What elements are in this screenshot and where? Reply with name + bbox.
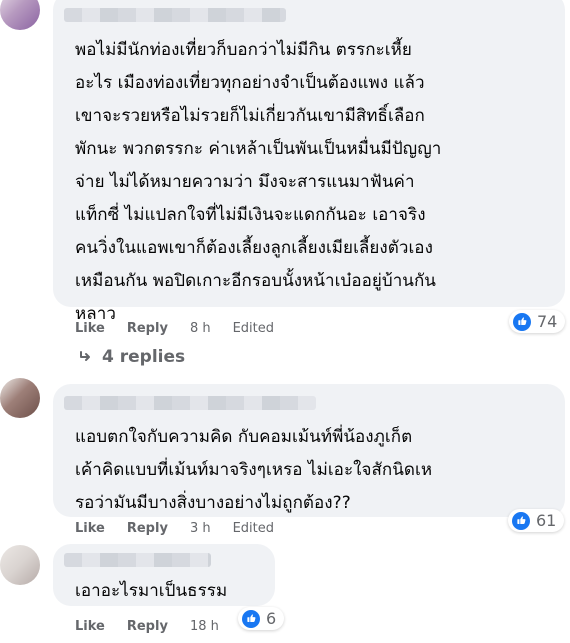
like-button[interactable]: Like bbox=[75, 321, 105, 336]
reaction-count-badge[interactable]: 6 bbox=[238, 607, 285, 630]
reaction-count: 6 bbox=[266, 609, 277, 628]
reaction-count-badge[interactable]: 74 bbox=[509, 310, 566, 333]
author-name-blurred[interactable] bbox=[64, 396, 316, 410]
like-icon bbox=[512, 511, 530, 530]
edited-label: Edited bbox=[232, 521, 275, 536]
replies-label: 4 replies bbox=[102, 347, 186, 367]
like-icon bbox=[242, 609, 260, 628]
view-replies-button[interactable]: 4 replies bbox=[76, 347, 185, 367]
comment-text: แอบตกใจกับความคิด กับคอมเม้นท์พี่น้องภูเ… bbox=[75, 427, 433, 513]
comment-actions: Like Reply 8 h Edited bbox=[75, 321, 274, 336]
comment-actions: Like Reply 3 h Edited bbox=[75, 521, 274, 536]
reaction-count: 61 bbox=[536, 511, 557, 530]
avatar[interactable] bbox=[0, 545, 40, 585]
reply-button[interactable]: Reply bbox=[127, 521, 168, 536]
comment-time[interactable]: 8 h bbox=[190, 321, 211, 336]
like-icon bbox=[513, 312, 531, 331]
reply-button[interactable]: Reply bbox=[127, 619, 168, 634]
avatar[interactable] bbox=[0, 0, 40, 30]
like-button[interactable]: Like bbox=[75, 521, 105, 536]
comment-time[interactable]: 18 h bbox=[190, 619, 219, 634]
author-name-blurred[interactable] bbox=[64, 553, 211, 567]
edited-label: Edited bbox=[232, 321, 275, 336]
avatar[interactable] bbox=[0, 378, 40, 418]
author-name-blurred[interactable] bbox=[64, 8, 286, 22]
reaction-count-badge[interactable]: 61 bbox=[508, 509, 565, 532]
like-button[interactable]: Like bbox=[75, 619, 105, 634]
comment-actions: Like Reply 18 h bbox=[75, 619, 219, 634]
reaction-count: 74 bbox=[537, 312, 558, 331]
comment-text: เอาอะไรมาเป็นธรรม bbox=[75, 581, 228, 601]
comment-text: พอไม่มีนักท่องเที่ยวก็บอกว่าไม่มีกิน ตรร… bbox=[75, 40, 442, 324]
comment-time[interactable]: 3 h bbox=[190, 521, 211, 536]
reply-button[interactable]: Reply bbox=[127, 321, 168, 336]
reply-arrow-icon bbox=[76, 348, 94, 366]
